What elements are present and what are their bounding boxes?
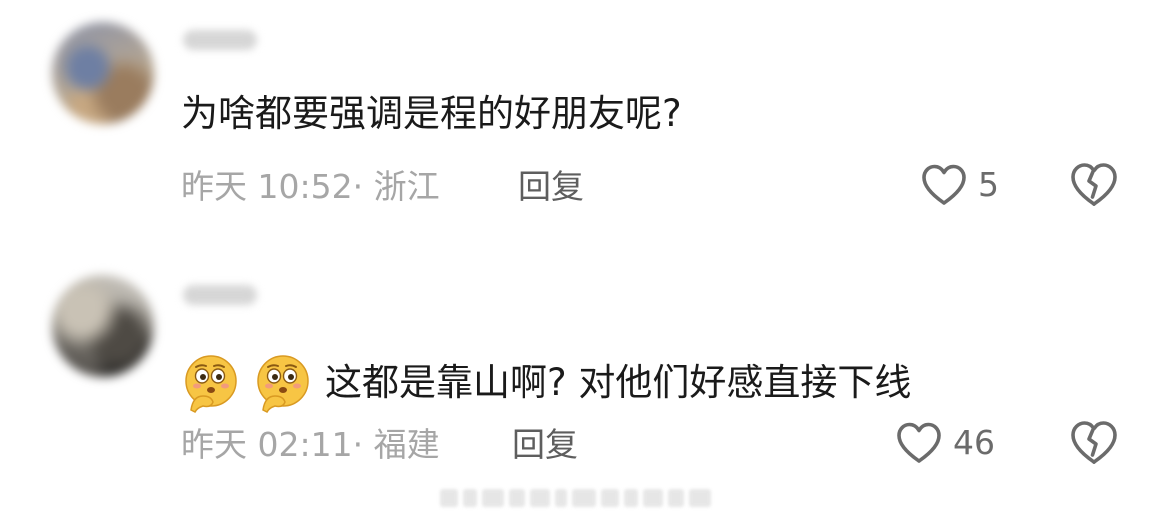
like-count: 46 xyxy=(953,423,995,462)
reply-button[interactable]: 回复 xyxy=(512,425,578,465)
comment-text: 为啥都要强调是程的好朋友呢? xyxy=(181,92,682,136)
comment-item: 这都是靠山啊? 对他们好感直接下线 昨天 02:11· 福建 回复 46 xyxy=(0,250,1170,522)
dislike-button[interactable] xyxy=(1069,419,1119,469)
broken-heart-icon xyxy=(1069,419,1119,467)
reply-button[interactable]: 回复 xyxy=(518,167,584,207)
username-blurred[interactable] xyxy=(183,30,257,50)
thinking-face-emoji xyxy=(253,352,315,414)
comment-text-content: 这都是靠山啊? 对他们好感直接下线 xyxy=(325,361,912,404)
heart-outline-icon xyxy=(895,421,943,465)
like-button[interactable]: 46 xyxy=(895,421,995,465)
watermark xyxy=(440,486,715,510)
thinking-face-emoji xyxy=(181,352,243,414)
comment-text-content: 为啥都要强调是程的好朋友呢? xyxy=(181,92,682,135)
like-button[interactable]: 5 xyxy=(920,163,999,207)
username-blurred[interactable] xyxy=(183,285,257,305)
comment-item: 为啥都要强调是程的好朋友呢? 昨天 10:52· 浙江 回复 5 xyxy=(0,0,1170,250)
comment-meta-row: 昨天 02:11· 福建 回复 46 xyxy=(181,419,1170,469)
comment-text: 这都是靠山啊? 对他们好感直接下线 xyxy=(181,352,911,414)
comment-time-location: 昨天 02:11· 福建 xyxy=(181,425,440,464)
avatar[interactable] xyxy=(52,275,154,377)
comment-meta-row: 昨天 10:52· 浙江 回复 5 xyxy=(181,161,1170,211)
dislike-button[interactable] xyxy=(1069,161,1119,211)
broken-heart-icon xyxy=(1069,161,1119,209)
comment-time-location: 昨天 10:52· 浙江 xyxy=(181,167,440,206)
heart-outline-icon xyxy=(920,163,968,207)
avatar[interactable] xyxy=(52,22,154,124)
like-count: 5 xyxy=(978,165,999,204)
